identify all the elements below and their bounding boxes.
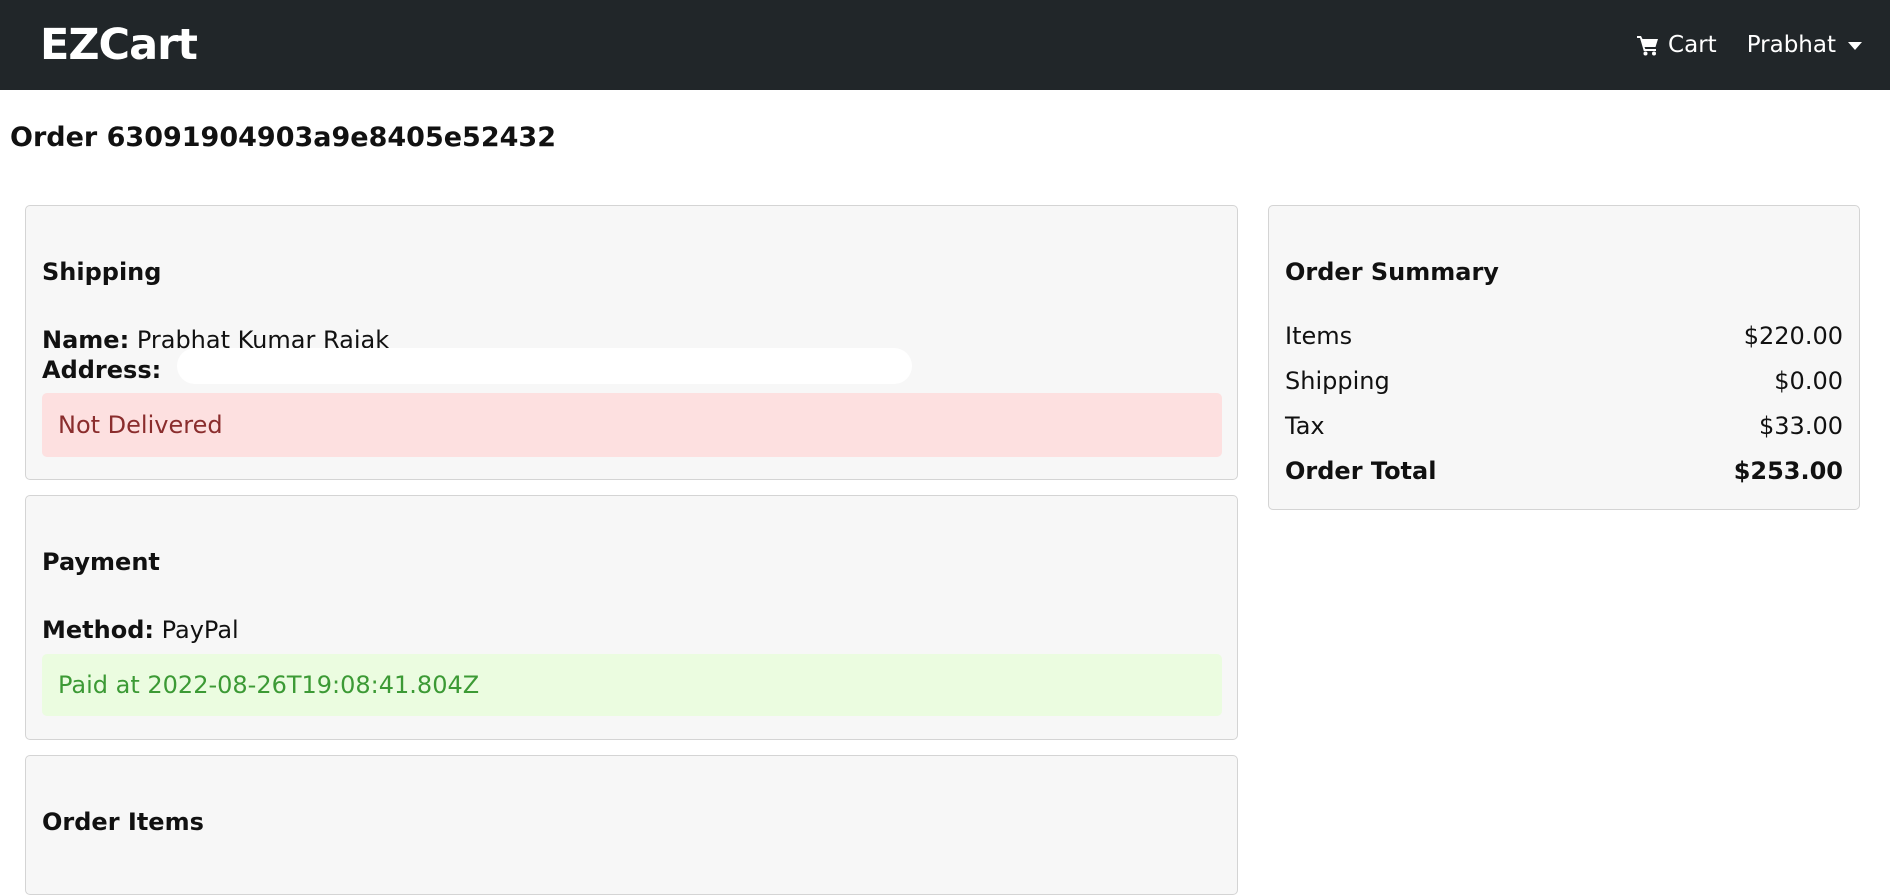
- delivery-status-alert: Not Delivered: [42, 393, 1222, 457]
- order-items-card: Order Items: [25, 755, 1238, 895]
- summary-total-value: $253.00: [1733, 457, 1843, 485]
- cart-link-label: Cart: [1668, 32, 1717, 58]
- summary-items-value: $220.00: [1743, 322, 1843, 350]
- shipping-name-label: Name:: [42, 326, 130, 354]
- order-items-heading: Order Items: [42, 808, 204, 836]
- user-menu-label: Prabhat: [1746, 32, 1836, 58]
- order-summary-card: Order Summary Items $220.00 Shipping $0.…: [1268, 205, 1860, 510]
- summary-shipping-label: Shipping: [1285, 367, 1390, 395]
- shipping-card: Shipping Name: Prabhat Kumar Rajak Addre…: [25, 205, 1238, 480]
- summary-shipping-value: $0.00: [1774, 367, 1843, 395]
- top-navbar: EZCart Cart Prabhat: [0, 0, 1890, 90]
- shopping-cart-icon: [1637, 36, 1659, 56]
- shipping-address-label: Address:: [42, 356, 162, 384]
- summary-total-label: Order Total: [1285, 457, 1437, 485]
- navbar-right: Cart Prabhat: [1636, 32, 1862, 58]
- redacted-address: [176, 348, 912, 384]
- payment-card: Payment Method: PayPal Paid at 2022-08-2…: [25, 495, 1238, 740]
- payment-method-line: Method: PayPal: [42, 616, 239, 644]
- payment-method-value: PayPal: [161, 616, 239, 644]
- summary-row-tax: Tax $33.00: [1285, 412, 1843, 440]
- shipping-heading: Shipping: [42, 258, 162, 286]
- payment-status-alert: Paid at 2022-08-26T19:08:41.804Z: [42, 654, 1222, 716]
- shipping-address-line: Address:: [42, 348, 912, 384]
- brand-logo-link[interactable]: EZCart: [40, 20, 198, 70]
- payment-heading: Payment: [42, 548, 160, 576]
- summary-row-items: Items $220.00: [1285, 322, 1843, 350]
- summary-row-shipping: Shipping $0.00: [1285, 367, 1843, 395]
- summary-row-total: Order Total $253.00: [1285, 457, 1843, 485]
- order-summary-heading: Order Summary: [1285, 258, 1499, 286]
- page-title: Order 63091904903a9e8405e52432: [10, 122, 556, 153]
- user-menu-dropdown[interactable]: Prabhat: [1747, 32, 1862, 58]
- cart-link[interactable]: Cart: [1636, 32, 1717, 58]
- summary-tax-value: $33.00: [1759, 412, 1843, 440]
- payment-method-label: Method:: [42, 616, 154, 644]
- summary-tax-label: Tax: [1285, 412, 1325, 440]
- caret-down-icon: [1848, 42, 1862, 50]
- summary-items-label: Items: [1285, 322, 1353, 350]
